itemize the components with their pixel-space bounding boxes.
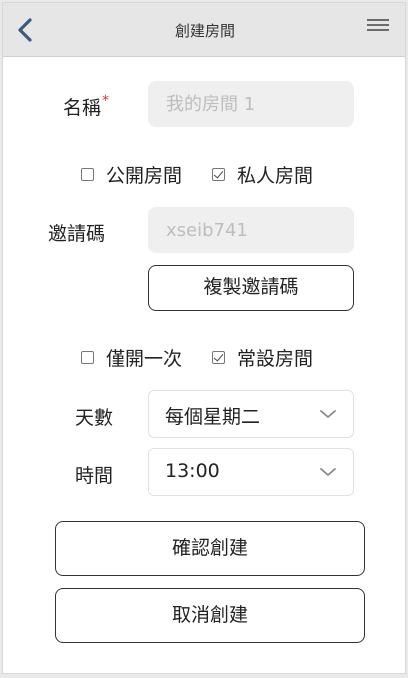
time-selected-value: 13:00 bbox=[165, 460, 220, 482]
chevron-down-icon bbox=[320, 468, 336, 476]
chevron-down-icon bbox=[320, 410, 336, 418]
open-once-option[interactable]: 僅開一次 bbox=[81, 344, 182, 371]
invite-code-label: 邀請碼 bbox=[48, 223, 106, 245]
days-select[interactable]: 每個星期二 bbox=[148, 390, 354, 438]
public-room-option[interactable]: 公開房間 bbox=[81, 161, 182, 188]
room-name-input[interactable] bbox=[148, 81, 354, 127]
menu-button[interactable] bbox=[367, 19, 389, 37]
name-label-text: 名稱 bbox=[63, 97, 102, 119]
hamburger-menu-line bbox=[367, 24, 389, 26]
visibility-options: 公開房間 私人房間 bbox=[81, 161, 313, 188]
time-label: 時間 bbox=[75, 465, 114, 487]
open-once-checkbox[interactable] bbox=[81, 351, 94, 364]
private-room-checkbox[interactable] bbox=[212, 168, 226, 181]
recurring-room-label: 常設房間 bbox=[237, 348, 314, 370]
name-label: 名稱* bbox=[63, 93, 109, 120]
page-title: 創建房間 bbox=[174, 22, 235, 40]
cancel-create-button[interactable]: 取消創建 bbox=[55, 588, 365, 643]
recurring-room-checkbox[interactable] bbox=[212, 351, 226, 364]
required-marker: * bbox=[102, 93, 110, 109]
days-selected-value: 每個星期二 bbox=[165, 406, 261, 428]
open-once-label: 僅開一次 bbox=[106, 348, 183, 370]
public-room-checkbox[interactable] bbox=[81, 168, 94, 181]
days-label: 天數 bbox=[75, 407, 114, 429]
invite-code-field[interactable] bbox=[148, 207, 354, 253]
time-select[interactable]: 13:00 bbox=[148, 448, 354, 496]
private-room-label: 私人房間 bbox=[237, 165, 314, 187]
app-window: 創建房間 名稱* 公開房間 私人房間 邀請碼 複製邀請碼 僅開一次 bbox=[2, 2, 406, 674]
header-bar: 創建房間 bbox=[3, 3, 405, 57]
public-room-label: 公開房間 bbox=[106, 165, 183, 187]
hamburger-menu-line bbox=[367, 29, 389, 31]
hamburger-menu-icon bbox=[367, 19, 389, 21]
confirm-create-button[interactable]: 確認創建 bbox=[55, 521, 365, 576]
schedule-options: 僅開一次 常設房間 bbox=[81, 344, 313, 371]
copy-invite-code-button[interactable]: 複製邀請碼 bbox=[148, 265, 354, 311]
recurring-room-option[interactable]: 常設房間 bbox=[212, 344, 313, 371]
private-room-option[interactable]: 私人房間 bbox=[212, 161, 313, 188]
